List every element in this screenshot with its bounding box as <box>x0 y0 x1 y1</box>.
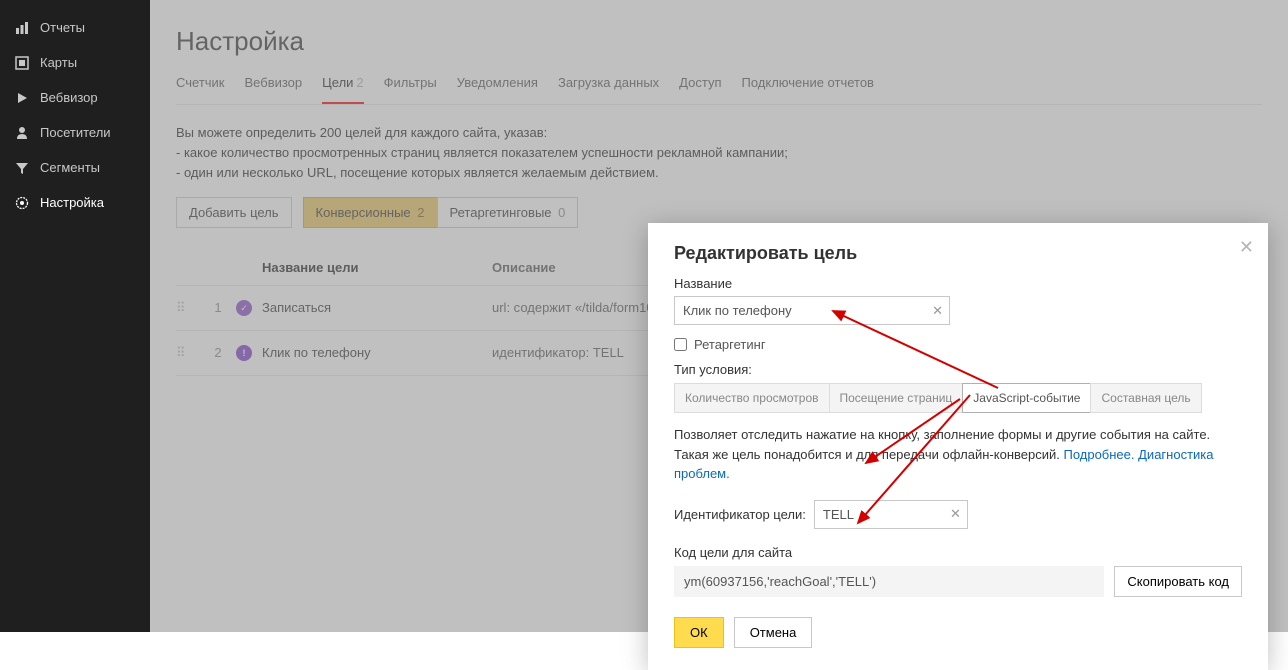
sidebar-item-webvisor[interactable]: Вебвизор <box>0 80 150 115</box>
code-label: Код цели для сайта <box>674 545 1242 560</box>
sidebar-item-segments[interactable]: Сегменты <box>0 150 150 185</box>
filter-icon <box>14 161 30 175</box>
help-text: Позволяет отследить нажатие на кнопку, з… <box>674 425 1242 484</box>
sidebar-item-label: Карты <box>40 55 77 70</box>
retarget-checkbox[interactable]: Ретаргетинг <box>674 337 1242 352</box>
ok-button[interactable]: ОК <box>674 617 724 648</box>
sidebar-item-label: Посетители <box>40 125 111 140</box>
code-box: ym(60937156,'reachGoal','TELL') <box>674 566 1104 597</box>
map-icon <box>14 56 30 70</box>
sidebar-item-label: Вебвизор <box>40 90 98 105</box>
cond-js-event[interactable]: JavaScript-событие <box>962 383 1091 413</box>
cond-pages[interactable]: Посещение страниц <box>829 383 964 413</box>
modal-title: Редактировать цель <box>674 243 1242 264</box>
sidebar-item-label: Настройка <box>40 195 104 210</box>
name-label: Название <box>674 276 1242 291</box>
edit-goal-modal: ✕ Редактировать цель Название ✕ Ретаргет… <box>648 223 1268 670</box>
clear-icon[interactable]: ✕ <box>950 506 961 522</box>
clear-icon[interactable]: ✕ <box>932 303 943 319</box>
name-input[interactable] <box>674 296 950 325</box>
sidebar-item-visitors[interactable]: Посетители <box>0 115 150 150</box>
retarget-checkbox-input[interactable] <box>674 338 687 351</box>
goal-id-input[interactable] <box>814 500 968 529</box>
condition-type-group: Количество просмотров Посещение страниц … <box>674 383 1242 413</box>
sidebar-item-maps[interactable]: Карты <box>0 45 150 80</box>
cond-views[interactable]: Количество просмотров <box>674 383 830 413</box>
cancel-button[interactable]: Отмена <box>734 617 813 648</box>
play-icon <box>14 91 30 105</box>
copy-code-button[interactable]: Скопировать код <box>1114 566 1242 597</box>
gear-icon <box>14 196 30 210</box>
help-more-link[interactable]: Подробнее. <box>1063 447 1134 462</box>
goal-id-label: Идентификатор цели: <box>674 507 806 522</box>
close-icon[interactable]: ✕ <box>1239 237 1254 258</box>
condition-label: Тип условия: <box>674 362 1242 377</box>
bars-icon <box>14 21 30 35</box>
sidebar-item-reports[interactable]: Отчеты <box>0 10 150 45</box>
sidebar-item-label: Отчеты <box>40 20 85 35</box>
cond-composite[interactable]: Составная цель <box>1090 383 1201 413</box>
sidebar: Отчеты Карты Вебвизор Посетители Сегмент… <box>0 0 150 632</box>
sidebar-item-settings[interactable]: Настройка <box>0 185 150 220</box>
user-icon <box>14 126 30 140</box>
sidebar-item-label: Сегменты <box>40 160 100 175</box>
